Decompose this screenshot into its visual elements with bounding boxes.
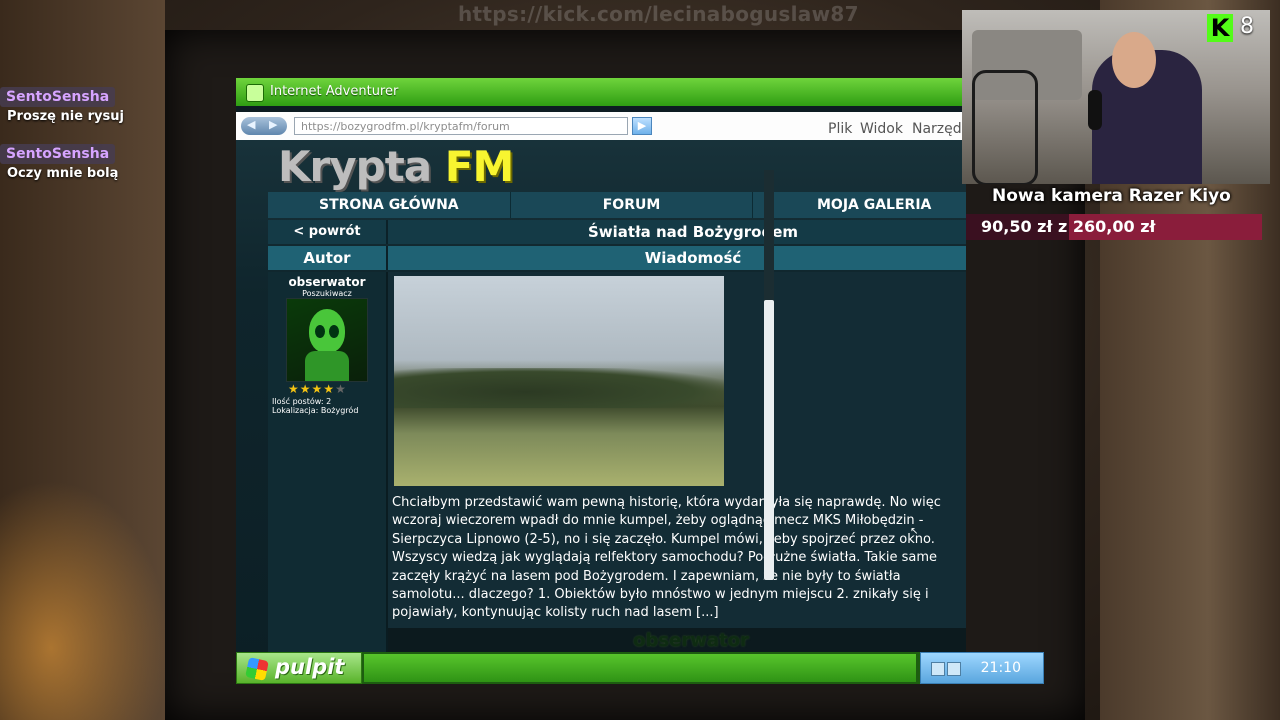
browser-title: Internet Adventurer	[270, 84, 399, 99]
cam-streamer-head	[1112, 32, 1156, 88]
topic-title: Światła nad Bożygrodem	[588, 223, 798, 241]
start-button[interactable]: pulpit	[236, 652, 362, 684]
author-name[interactable]: obserwator	[268, 275, 386, 289]
logo-accent: FM	[444, 142, 514, 191]
go-button[interactable]: ▶	[632, 117, 652, 135]
avatar	[286, 298, 368, 382]
cam-microphone	[1088, 90, 1102, 130]
forum-page: Krypta FM STRONA GŁÓWNA FORUM MOJA GALER…	[236, 140, 966, 662]
back-link[interactable]: < powrót	[268, 220, 388, 244]
speaker-icon[interactable]	[931, 662, 945, 676]
goal-progress-text: 90,50 zł z 260,00 zł	[981, 217, 1156, 236]
star-icon: ★	[299, 382, 312, 396]
author-post-count: Ilość postów: 2	[272, 397, 332, 406]
taskbar: pulpit 21:10	[236, 652, 1044, 684]
nav-gallery[interactable]: MOJA GALERIA	[753, 192, 966, 218]
logo-main: Krypta	[278, 142, 432, 191]
author-column-label: Autor	[268, 246, 388, 270]
start-logo-icon	[245, 657, 269, 681]
cam-chair	[972, 70, 1038, 184]
system-tray: 21:10	[920, 652, 1044, 684]
mouse-cursor-icon: ↖	[910, 526, 919, 537]
lamp-glow	[0, 480, 170, 720]
alien-eye	[329, 325, 339, 338]
start-label: pulpit	[275, 655, 345, 679]
nav-home[interactable]: STRONA GŁÓWNA	[268, 192, 511, 218]
clock: 21:10	[980, 660, 1021, 676]
goal-progress-bar: 90,50 zł z 260,00 zł	[966, 214, 1262, 240]
menu-file[interactable]: Plik	[828, 121, 852, 137]
browser-toolbar: ◀ ▶ https://bozygrodfm.pl/kryptafm/forum…	[236, 112, 966, 140]
url-input[interactable]: https://bozygrodfm.pl/kryptafm/forum	[294, 117, 628, 135]
rating-stars: ★★★★★	[288, 382, 347, 396]
browser-app-icon	[246, 84, 264, 102]
site-logo[interactable]: Krypta FM	[278, 142, 514, 191]
alien-body	[305, 351, 349, 381]
viewer-count: 8	[1240, 14, 1254, 39]
menu-view[interactable]: Widok	[860, 121, 903, 137]
message-column-label: Wiadomość	[644, 249, 742, 267]
kick-logo-icon: K	[1207, 14, 1233, 42]
post-columns-header: Autor Wiadomość	[268, 246, 966, 270]
stream-watermark: https://kick.com/lecinaboguslaw87	[458, 2, 859, 26]
browser-window: Internet Adventurer ◀ ▶ https://bozygrod…	[236, 78, 966, 684]
post-signature: obserwator	[388, 628, 966, 654]
post-body: Chciałbym przedstawić wam pewną historię…	[392, 495, 941, 621]
topic-header: < powrót Światła nad Bożygrodem	[268, 220, 966, 244]
nav-forum[interactable]: FORUM	[511, 192, 754, 218]
back-forward-buttons[interactable]: ◀ ▶	[241, 117, 287, 135]
author-meta: Ilość postów: 2 Lokalizacja: Bożygród	[272, 397, 358, 415]
message-panel: Chciałbym przedstawić wam pewną historię…	[388, 272, 966, 662]
chat-username: SentoSensha	[0, 144, 116, 164]
forward-arrow-icon[interactable]: ▶	[269, 118, 277, 131]
network-icon[interactable]	[947, 662, 961, 676]
chat-username: SentoSensha	[0, 87, 116, 107]
author-location: Lokalizacja: Bożygród	[272, 406, 359, 415]
star-icon: ★	[335, 382, 347, 396]
taskbar-window-area[interactable]	[364, 654, 916, 682]
photo-treeline	[394, 368, 724, 408]
browser-titlebar[interactable]: Internet Adventurer	[236, 78, 966, 106]
site-nav: STRONA GŁÓWNA FORUM MOJA GALERIA	[268, 192, 966, 218]
author-rank: Poszukiwacz	[302, 289, 352, 298]
star-icon: ★	[323, 382, 336, 396]
goal-title: Nowa kamera Razer Kiyo	[992, 186, 1231, 206]
post-photo[interactable]	[394, 276, 724, 486]
author-panel: obserwator Poszukiwacz ★★★★★ Ilość postó…	[268, 272, 388, 662]
back-arrow-icon[interactable]: ◀	[247, 118, 255, 131]
star-icon: ★	[288, 382, 300, 396]
menu-tools[interactable]: Narzędzia	[912, 121, 966, 137]
alien-eye	[315, 325, 325, 338]
scrollbar-thumb[interactable]	[764, 300, 774, 580]
star-icon: ★	[311, 382, 324, 396]
